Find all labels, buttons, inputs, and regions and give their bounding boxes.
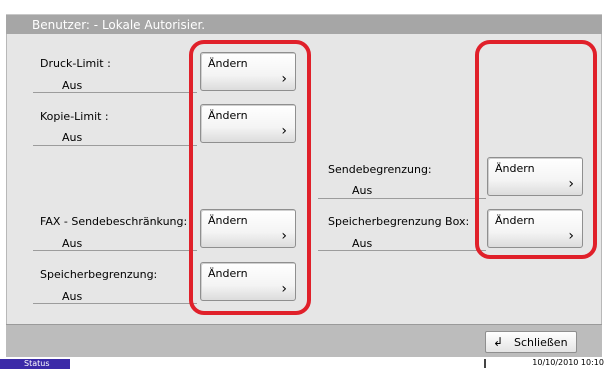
return-arrow-icon: ↲ (493, 335, 504, 349)
copy-limit-label: Kopie-Limit : (40, 110, 109, 123)
separator (33, 250, 197, 251)
separator (318, 250, 486, 251)
fax-send-restriction-label: FAX - Sendebeschränkung: (40, 215, 188, 228)
status-indicator (484, 359, 486, 368)
box-storage-limit-value: Aus (352, 237, 373, 250)
storage-limit-label: Speicherbegrenzung: (40, 268, 158, 281)
separator (33, 145, 197, 146)
send-limit-value: Aus (352, 184, 373, 197)
copy-limit-value: Aus (62, 131, 83, 144)
date-time: 10/10/2010 10:10 (532, 358, 604, 367)
highlight-frame-right (475, 40, 597, 259)
fax-send-restriction-value: Aus (62, 237, 83, 250)
send-limit-label: Sendebegrenzung: (328, 163, 432, 176)
top-strip (0, 0, 608, 14)
page-title: Benutzer: - Lokale Autorisier. (6, 14, 602, 34)
close-button[interactable]: ↲ Schließen (485, 331, 577, 353)
box-storage-limit-label: Speicherbegrenzung Box: (328, 215, 470, 228)
status-button[interactable]: Status (0, 359, 70, 369)
print-limit-value: Aus (62, 79, 83, 92)
separator (33, 303, 197, 304)
separator (318, 198, 486, 199)
status-bar (0, 357, 608, 369)
separator (33, 92, 197, 93)
close-button-label: Schließen (514, 336, 568, 349)
print-limit-label: Druck-Limit : (40, 57, 111, 70)
screen: Benutzer: - Lokale Autorisier. Druck-Lim… (0, 0, 608, 369)
highlight-frame-left (189, 40, 311, 315)
storage-limit-value: Aus (62, 290, 83, 303)
